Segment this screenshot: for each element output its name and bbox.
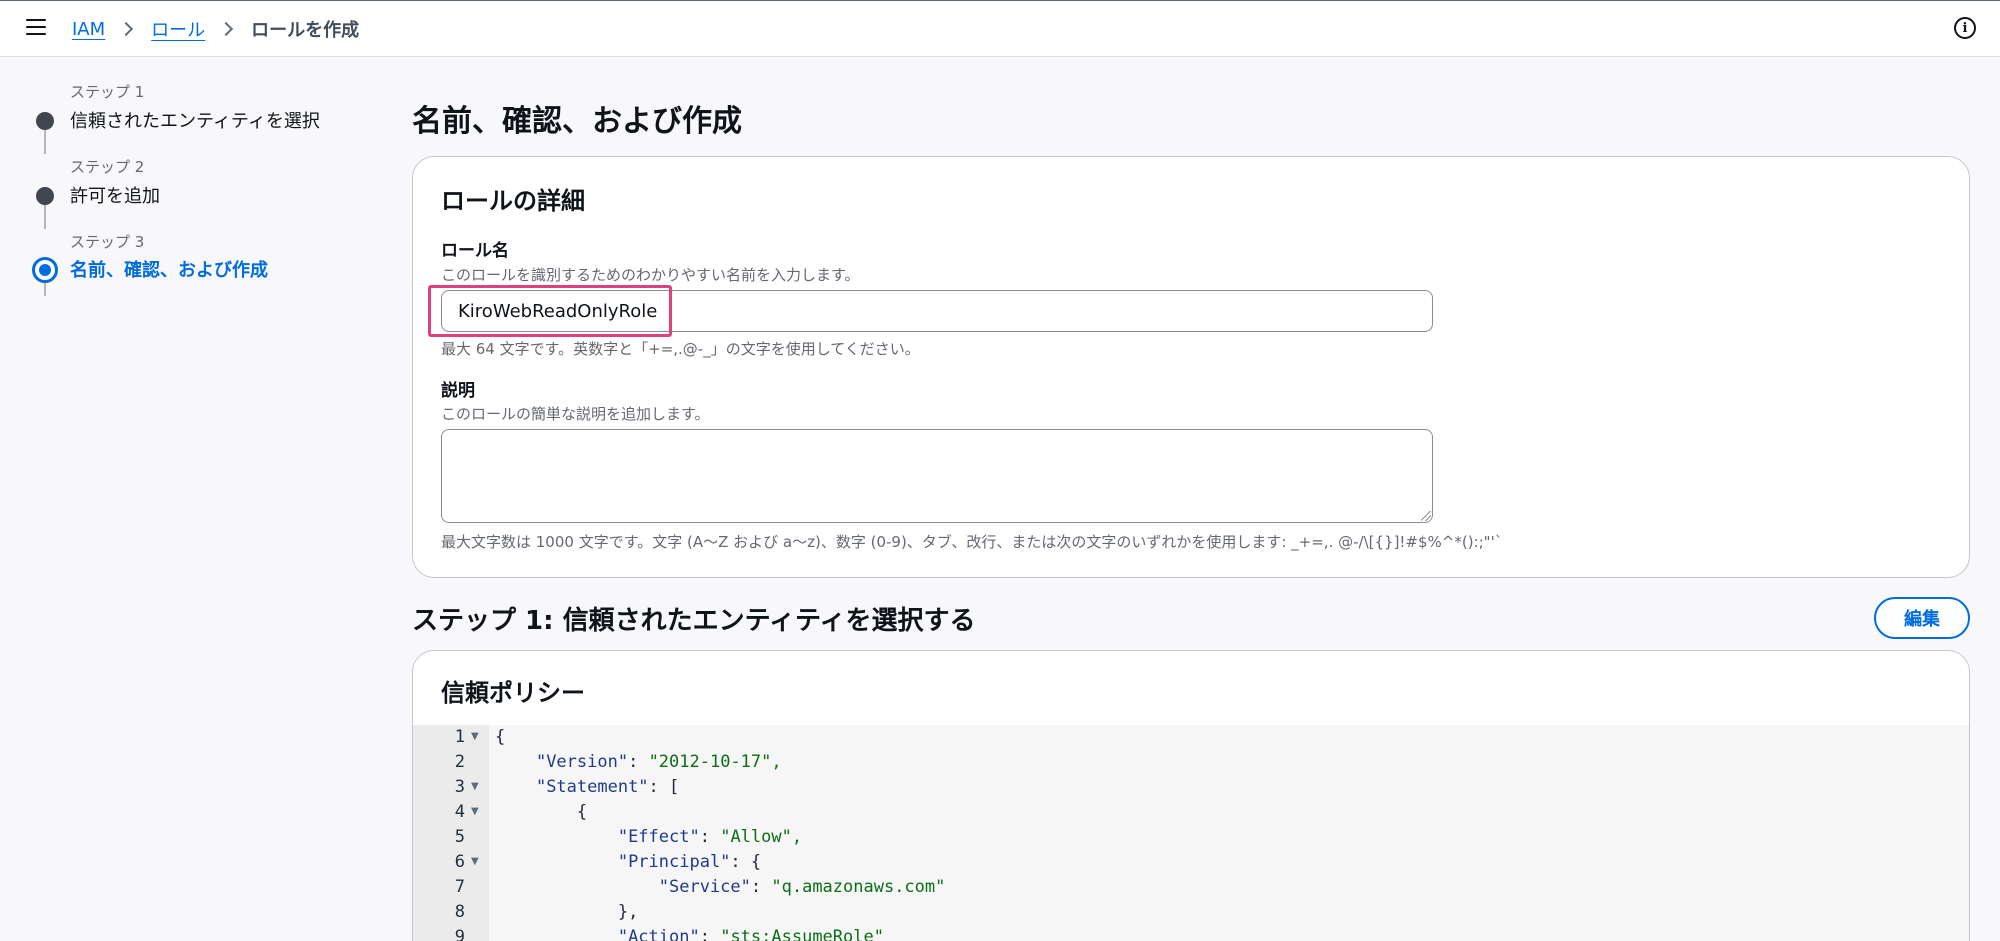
line-number: 7 xyxy=(454,877,465,897)
line-number-gutter: 1 2 3 4 5 6 7 8 9 ▼ ▼ ▼ ▼ xyxy=(413,725,489,941)
code-line: "Version": "2012-10-17", xyxy=(535,752,782,772)
fold-toggle-icon[interactable]: ▼ xyxy=(471,781,479,792)
breadcrumb-iam[interactable]: IAM xyxy=(72,19,105,40)
fold-toggle-icon[interactable]: ▼ xyxy=(471,731,479,742)
description-label: 説明 xyxy=(441,381,475,401)
top-navigation-bar: IAM ロール ロールを作成 i xyxy=(0,0,2000,57)
line-number: 8 xyxy=(454,902,465,922)
role-name-label: ロール名 xyxy=(441,241,509,261)
line-number: 2 xyxy=(454,752,465,772)
code-line: "Service": "q.amazonaws.com" xyxy=(658,877,946,897)
description-textarea[interactable] xyxy=(441,429,1433,523)
code-line: "Statement": [ xyxy=(535,777,680,797)
trust-policy-title: 信頼ポリシー xyxy=(441,679,585,707)
step-2-complete-icon xyxy=(36,187,54,205)
step-1-link[interactable]: 信頼されたエンティティを選択 xyxy=(70,107,320,133)
info-icon[interactable]: i xyxy=(1954,17,1976,39)
step-2-number: ステップ 2 xyxy=(70,158,145,176)
description-help: このロールの簡単な説明を追加します。 xyxy=(441,405,710,423)
fold-toggle-icon[interactable]: ▼ xyxy=(471,856,479,867)
role-name-constraint: 最大 64 文字です。英数字と「+=,.@-_」の文字を使用してください。 xyxy=(441,340,920,358)
wizard-steps: ステップ 1 信頼されたエンティティを選択 ステップ 2 許可を追加 ステップ … xyxy=(0,57,380,941)
edit-button[interactable]: 編集 xyxy=(1874,597,1970,639)
step-3-number: ステップ 3 xyxy=(70,233,145,251)
code-line: "Effect": "Allow", xyxy=(617,827,803,847)
line-number: 1 xyxy=(454,727,465,747)
code-line: "Principal": { xyxy=(617,852,762,872)
line-number: 3 xyxy=(454,777,465,797)
line-number: 5 xyxy=(454,827,465,847)
role-details-panel: ロールの詳細 ロール名 このロールを識別するためのわかりやすい名前を入力します。… xyxy=(412,156,1970,578)
trust-policy-panel: 信頼ポリシー 1 2 3 4 5 6 7 8 9 ▼ ▼ ▼ ▼ { "Vers… xyxy=(412,650,1970,941)
chevron-right-icon xyxy=(219,21,234,37)
code-line: "Action": "sts:AssumeRole" xyxy=(617,927,884,941)
description-constraint: 最大文字数は 1000 文字です。文字 (A〜Z および a〜z)、数字 (0-… xyxy=(441,533,1503,551)
policy-code-editor[interactable]: 1 2 3 4 5 6 7 8 9 ▼ ▼ ▼ ▼ { "Version": "… xyxy=(413,725,1969,941)
breadcrumb: IAM ロール ロールを作成 xyxy=(72,15,359,43)
chevron-right-icon xyxy=(119,21,134,37)
step-3-current: 名前、確認、および作成 xyxy=(70,260,268,281)
code-line: { xyxy=(576,802,588,822)
panel-title: ロールの詳細 xyxy=(441,187,585,215)
breadcrumb-current: ロールを作成 xyxy=(251,20,360,41)
code-line: { xyxy=(495,727,506,747)
step-2-link[interactable]: 許可を追加 xyxy=(70,182,160,208)
step-1-complete-icon xyxy=(36,112,54,130)
step-3-current-icon xyxy=(32,257,58,283)
line-number: 9 xyxy=(454,927,465,941)
page-title: 名前、確認、および作成 xyxy=(412,104,742,139)
step-1-number: ステップ 1 xyxy=(70,83,145,101)
role-name-description: このロールを識別するためのわかりやすい名前を入力します。 xyxy=(441,266,860,284)
breadcrumb-roles[interactable]: ロール xyxy=(151,16,205,42)
line-number: 6 xyxy=(454,852,465,872)
line-number: 4 xyxy=(454,802,465,822)
code-line: }, xyxy=(617,902,639,922)
fold-toggle-icon[interactable]: ▼ xyxy=(471,806,479,817)
step-1-section-title: ステップ 1: 信頼されたエンティティを選択する xyxy=(412,606,976,636)
role-name-highlight xyxy=(428,285,672,337)
resize-handle-icon[interactable] xyxy=(1421,511,1431,521)
menu-icon[interactable] xyxy=(26,18,46,36)
